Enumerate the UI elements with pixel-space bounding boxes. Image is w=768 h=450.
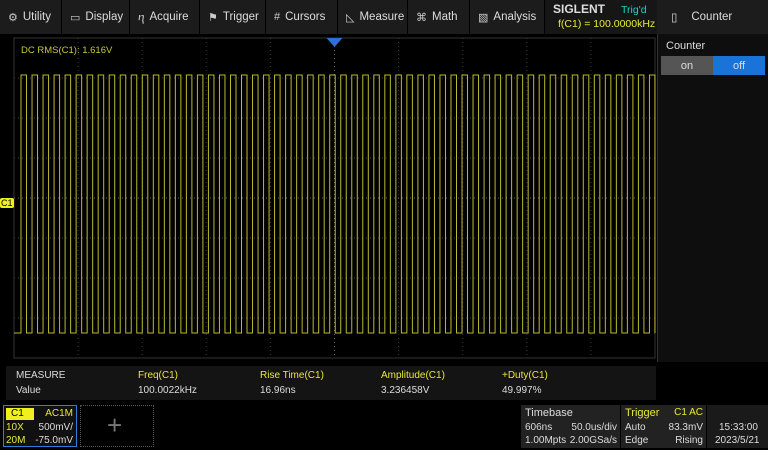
menu-measure[interactable]: ◺ Measure (338, 0, 408, 34)
menu-cursors[interactable]: # Cursors (266, 0, 338, 34)
math-icon: ⌘ (416, 11, 427, 24)
plus-icon: + (107, 410, 123, 440)
channel-label: C1 (6, 408, 34, 420)
measure-row-label: Value (16, 385, 41, 396)
status-area: SIGLENT Trig'd f(C1) = 100.0000kHz (545, 0, 657, 34)
trigger-type: Edge (625, 435, 649, 446)
measure-value: 3.236458V (381, 385, 430, 396)
channel-offset-marker[interactable]: C1 (0, 198, 14, 208)
add-channel-button[interactable]: + (80, 405, 154, 447)
display-icon: ▭ (70, 11, 81, 24)
memory-depth: 1.00Mpts (525, 435, 567, 446)
channel-coupling: AC1M (45, 408, 73, 419)
trigger-box[interactable]: Trigger C1 AC Auto 83.3mV Edge Rising (621, 405, 706, 448)
gear-icon: ⚙ (8, 11, 18, 24)
trigger-mode: Auto (625, 422, 646, 433)
counter-panel: Counter on off (657, 34, 768, 362)
counter-on-option[interactable]: on (661, 56, 713, 75)
trigger-status: Trig'd (621, 4, 647, 16)
dc-rms-readout: DC RMS(C1): 1.616V (21, 45, 113, 56)
clock-box: 15:33:00 2023/5/21 (707, 405, 768, 448)
channel-scale: 500mV/ (38, 422, 73, 433)
menu-label: Acquire (149, 11, 189, 23)
trigger-slope: Rising (675, 435, 703, 446)
menu-label: Trigger (222, 11, 259, 23)
sample-rate: 2.00GSa/s (569, 435, 617, 446)
measure-value: 49.997% (502, 385, 542, 396)
measure-name: +Duty(C1) (502, 370, 548, 381)
measure-name: Amplitude(C1) (381, 370, 445, 381)
menu-display[interactable]: ▭ Display (62, 0, 130, 34)
cursors-icon: # (274, 11, 281, 23)
timebase-scale: 50.0us/div (571, 422, 617, 433)
menu-trigger[interactable]: ⚑ Trigger (200, 0, 266, 34)
measure-value: 16.96ns (260, 385, 296, 396)
trigger-level: 83.3mV (668, 422, 703, 433)
timebase-delay: 606ns (525, 422, 553, 433)
clock-time: 15:33:00 (719, 422, 758, 433)
channel-1-info[interactable]: C1 AC1M 10X 500mV/ 20M -75.0mV (3, 405, 77, 447)
menu-label: Cursors (285, 11, 326, 23)
menu-label: Math (432, 11, 458, 23)
menu-utility[interactable]: ⚙ Utility (0, 0, 62, 34)
measure-icon: ◺ (346, 11, 355, 24)
channel-bandwidth: 20M (6, 435, 26, 446)
measure-name: Freq(C1) (138, 370, 179, 381)
timebase-box[interactable]: Timebase 606ns 50.0us/div 1.00Mpts 2.00G… (521, 405, 620, 448)
menu-label: Utility (22, 11, 51, 23)
waveform-display[interactable] (0, 34, 657, 362)
measure-name: Rise Time(C1) (260, 370, 324, 381)
channel-offset: -75.0mV (35, 435, 73, 446)
counter-label: Counter (666, 40, 706, 52)
measure-header: MEASURE (16, 370, 66, 381)
menu-label: Display (85, 11, 124, 23)
timebase-title: Timebase (525, 407, 573, 419)
flag-icon: ⚑ (208, 11, 218, 24)
menu-analysis[interactable]: ▧ Analysis (470, 0, 545, 34)
menu-acquire[interactable]: ⴄ Acquire (130, 0, 200, 34)
analysis-icon: ▧ (478, 11, 489, 24)
measure-bar: MEASURE Value Freq(C1) 100.0022kHz Rise … (6, 366, 656, 400)
trigger-source: C1 AC (674, 407, 703, 418)
trigger-position-marker (326, 38, 343, 47)
siglent-logo: SIGLENT (553, 2, 606, 16)
frequency-readout: f(C1) = 100.0000kHz (558, 18, 656, 30)
counter-toggle[interactable]: on off (661, 56, 765, 75)
menu-label: Measure (359, 11, 405, 23)
clock-date: 2023/5/21 (715, 435, 760, 446)
trigger-title: Trigger (625, 407, 660, 419)
counter-off-option[interactable]: off (713, 56, 765, 75)
menu-label: Analysis (493, 11, 537, 23)
channel-probe: 10X (6, 422, 24, 433)
counter-menu-title[interactable]: ▯ Counter (657, 0, 768, 34)
acquire-icon: ⴄ (138, 11, 145, 24)
counter-icon: ▯ (671, 12, 678, 24)
menu-math[interactable]: ⌘ Math (408, 0, 470, 34)
measure-value: 100.0022kHz (138, 385, 197, 396)
